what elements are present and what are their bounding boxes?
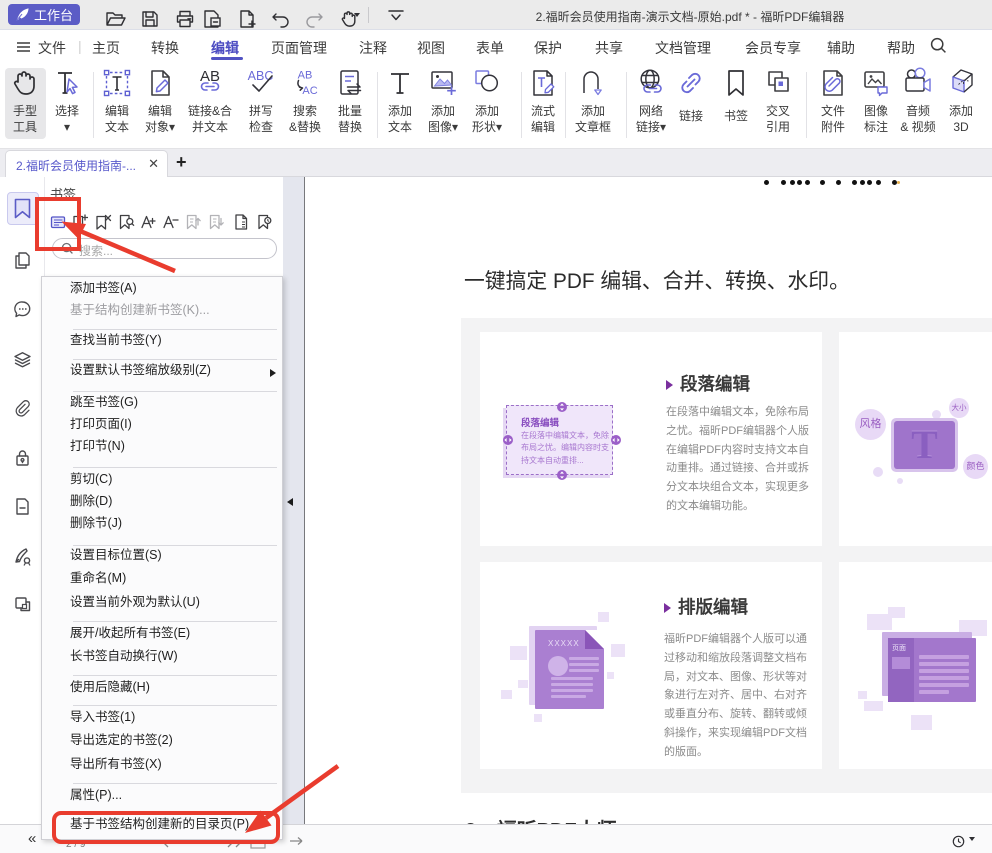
svg-text:ABC: ABC	[248, 69, 274, 83]
svg-text:AB: AB	[298, 70, 313, 82]
svg-text:AB: AB	[200, 68, 220, 85]
